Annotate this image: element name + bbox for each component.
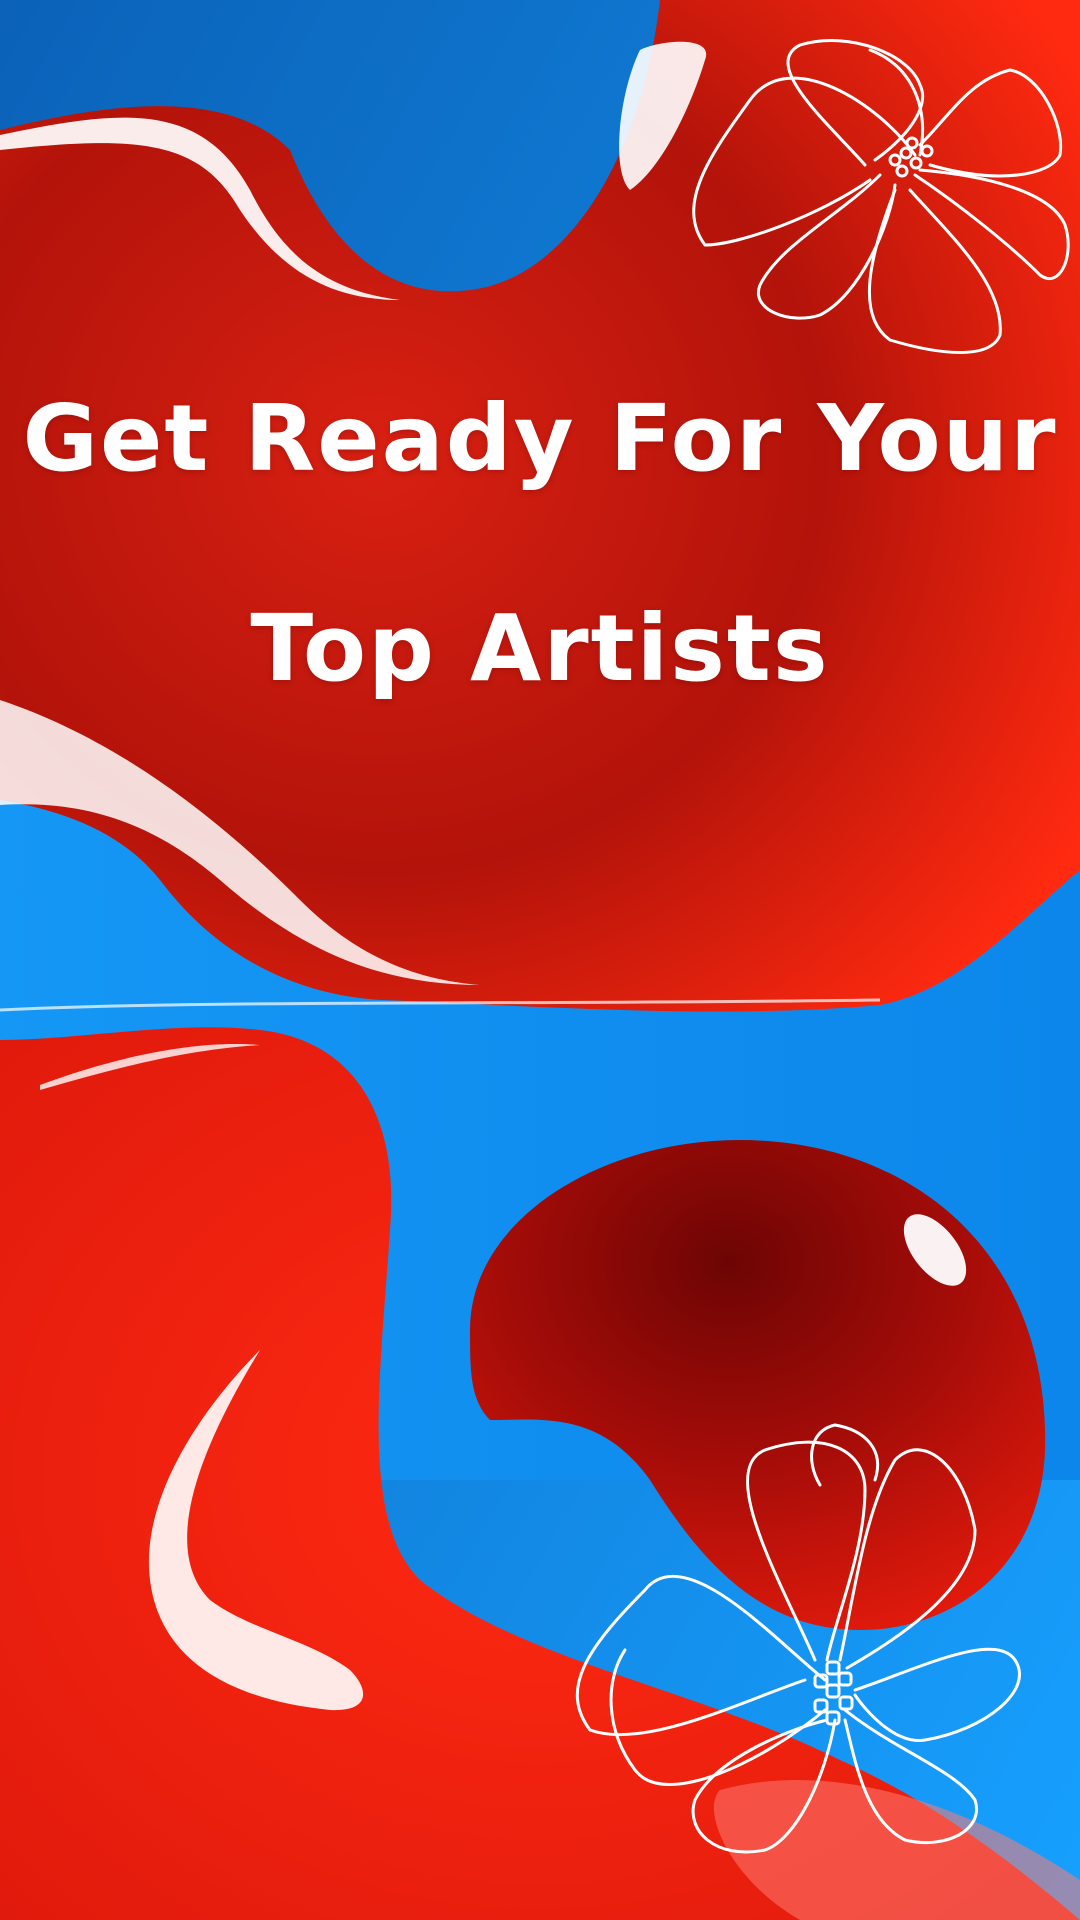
headline-line-1: Get Ready For Your <box>22 385 1058 492</box>
headline-line-2: Top Artists <box>250 595 830 702</box>
flower-outline-icon <box>575 1423 1021 1854</box>
story-canvas: Get Ready For Your Top Artists <box>0 0 1080 1920</box>
flower-outline-icon <box>692 39 1070 354</box>
